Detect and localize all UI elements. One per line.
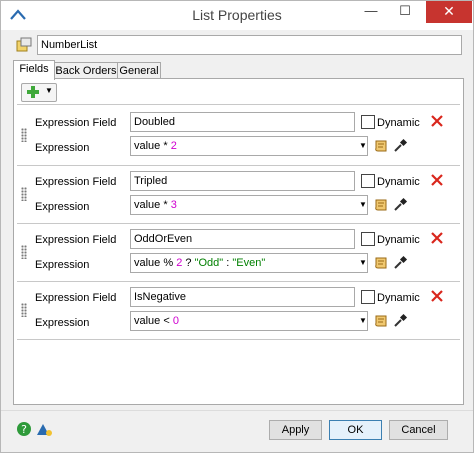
script-icon[interactable]: [373, 198, 389, 213]
code-text: value *: [134, 199, 171, 211]
divider: [17, 104, 460, 105]
expression-field-input[interactable]: Tripled: [130, 171, 355, 191]
dynamic-checkbox[interactable]: [361, 290, 375, 304]
object-name-input[interactable]: NumberList: [37, 35, 462, 55]
expression-field-label: Expression Field: [35, 176, 117, 188]
eyedropper-icon[interactable]: [392, 197, 408, 213]
field-row: Expression Field IsNegative Dynamic Expr…: [14, 287, 463, 341]
list-properties-window: List Properties — ☐ ✕ NumberList Fields …: [0, 0, 474, 453]
delete-field-icon[interactable]: [429, 113, 445, 129]
field-row: Expression Field OddOrEven Dynamic Expre…: [14, 229, 463, 283]
number-literal: 2: [170, 140, 177, 152]
drag-handle-icon[interactable]: [21, 245, 27, 259]
divider: [1, 410, 473, 411]
expression-field-label: Expression Field: [35, 117, 117, 129]
expression-field-label: Expression Field: [35, 292, 117, 304]
dynamic-checkbox[interactable]: [361, 115, 375, 129]
dynamic-label: Dynamic: [377, 292, 420, 304]
help-icon[interactable]: ?: [16, 421, 32, 437]
delete-field-icon[interactable]: [429, 288, 445, 304]
drag-handle-icon[interactable]: [21, 303, 27, 317]
chevron-down-icon: ▼: [45, 86, 53, 95]
dynamic-checkbox[interactable]: [361, 232, 375, 246]
script-icon[interactable]: [373, 139, 389, 154]
maximize-button[interactable]: ☐: [389, 1, 421, 23]
fields-panel: ▼ Expression Field Doubled Dynamic Expre…: [13, 78, 464, 405]
dynamic-checkbox[interactable]: [361, 174, 375, 188]
divider: [17, 339, 460, 340]
expression-field-input[interactable]: IsNegative: [130, 287, 355, 307]
divider: [17, 281, 460, 282]
apply-button[interactable]: Apply: [269, 420, 322, 440]
field-row: Expression Field Doubled Dynamic Express…: [14, 112, 463, 166]
dynamic-label: Dynamic: [377, 176, 420, 188]
chevron-down-icon[interactable]: ▼: [358, 136, 368, 156]
expression-field-input[interactable]: Doubled: [130, 112, 355, 132]
tab-fields[interactable]: Fields: [13, 60, 55, 80]
add-field-button[interactable]: ▼: [21, 83, 57, 102]
divider: [17, 165, 460, 166]
chevron-down-icon[interactable]: ▼: [358, 311, 368, 331]
tab-general[interactable]: General: [117, 62, 161, 79]
eyedropper-icon[interactable]: [392, 255, 408, 271]
minimize-button[interactable]: —: [355, 1, 387, 23]
field-row: Expression Field Tripled Dynamic Express…: [14, 171, 463, 225]
code-text: value *: [134, 140, 171, 152]
number-literal: 0: [172, 315, 179, 327]
drag-handle-icon[interactable]: [21, 128, 27, 142]
delete-field-icon[interactable]: [429, 172, 445, 188]
drag-handle-icon[interactable]: [21, 187, 27, 201]
chevron-down-icon[interactable]: ▼: [358, 253, 368, 273]
expression-label: Expression: [35, 142, 90, 154]
title-bar: List Properties — ☐ ✕: [1, 1, 473, 30]
plus-icon: [27, 86, 39, 98]
expression-input[interactable]: value * 3: [130, 195, 368, 215]
code-text: :: [223, 257, 233, 269]
svg-text:?: ?: [21, 423, 27, 436]
expression-input[interactable]: value % 2 ? "Odd" : "Even": [130, 253, 368, 273]
delete-field-icon[interactable]: [429, 230, 445, 246]
expression-field-input[interactable]: OddOrEven: [130, 229, 355, 249]
expression-field-label: Expression Field: [35, 234, 117, 246]
tab-back-orders[interactable]: Back Orders: [54, 62, 118, 79]
dynamic-label: Dynamic: [377, 117, 420, 129]
list-object-icon: [16, 37, 32, 52]
expression-input[interactable]: value * 2: [130, 136, 368, 156]
code-text: ?: [182, 257, 195, 269]
divider: [17, 223, 460, 224]
chevron-down-icon[interactable]: ▼: [358, 195, 368, 215]
ok-button[interactable]: OK: [329, 420, 382, 440]
expression-label: Expression: [35, 317, 90, 329]
number-literal: 3: [170, 199, 177, 211]
expression-label: Expression: [35, 201, 90, 213]
expression-label: Expression: [35, 259, 90, 271]
code-text: value %: [134, 257, 177, 269]
string-literal: "Even": [232, 257, 266, 269]
cancel-button[interactable]: Cancel: [389, 420, 448, 440]
string-literal: "Odd": [194, 257, 224, 269]
code-text: value <: [134, 315, 173, 327]
dynamic-label: Dynamic: [377, 234, 420, 246]
close-button[interactable]: ✕: [426, 1, 472, 23]
eyedropper-icon[interactable]: [392, 313, 408, 329]
expression-input[interactable]: value < 0: [130, 311, 368, 331]
script-icon[interactable]: [373, 314, 389, 329]
script-icon[interactable]: [373, 256, 389, 271]
eyedropper-icon[interactable]: [392, 138, 408, 154]
tree-view-icon[interactable]: [35, 421, 53, 437]
